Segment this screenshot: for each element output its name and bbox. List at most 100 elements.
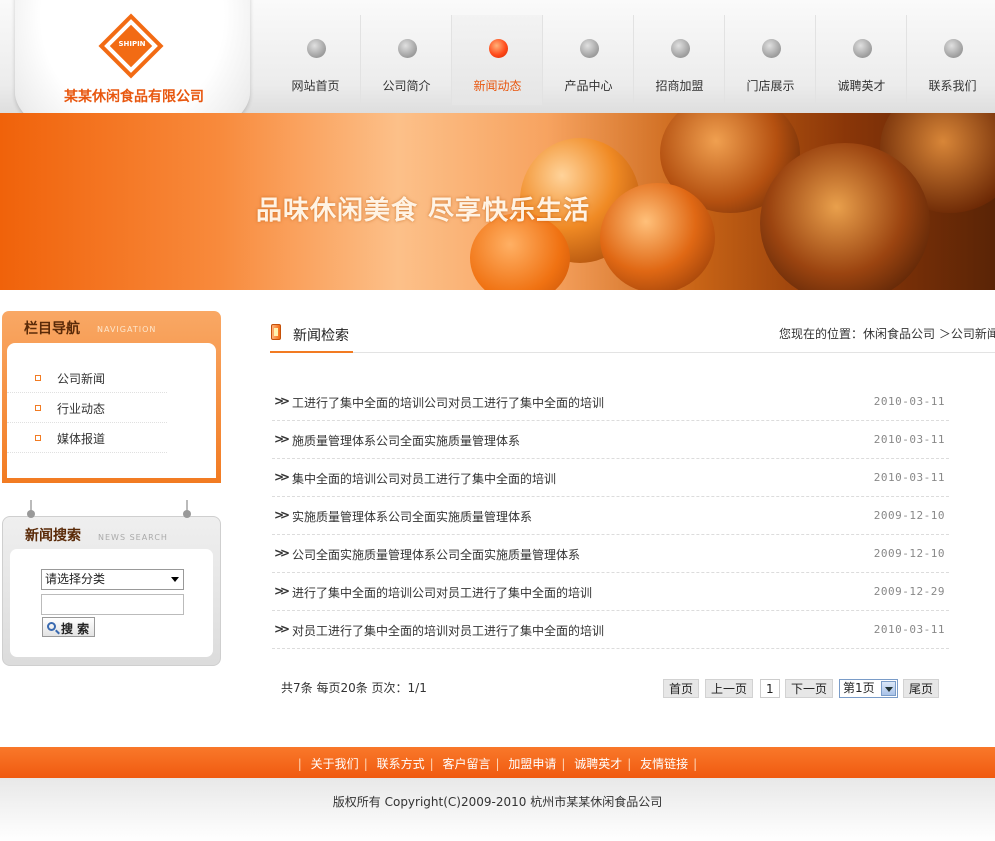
- news-list-item[interactable]: >> 进行了集中全面的培训公司对员工进行了集中全面的培训 2009-12-29: [272, 573, 949, 611]
- nav-dot-icon: [853, 39, 872, 58]
- page-select[interactable]: 第1页: [839, 679, 898, 698]
- category-nav-title: 栏目导航: [24, 321, 80, 337]
- site-header: SHIPIN 某某休闲食品有限公司 网站首页 公司简介 新闻动态 产品中心 招商…: [0, 0, 995, 148]
- news-date: 2010-03-11: [873, 395, 945, 408]
- nav-label: 招商加盟: [655, 79, 704, 93]
- nav-dot-active-icon: [489, 39, 508, 58]
- first-page-button[interactable]: 首页: [663, 679, 700, 698]
- category-nav-box: 栏目导航 NAVIGATION 公司新闻 行业动态 媒体报道: [2, 311, 221, 483]
- footer-link-about[interactable]: 关于我们: [311, 757, 359, 771]
- logo-text: SHIPIN: [118, 40, 146, 48]
- nav-item-contact[interactable]: 联系我们: [907, 15, 995, 105]
- news-date: 2009-12-29: [873, 585, 945, 598]
- banner-slogan: 品味休闲美食 尽享快乐生活: [256, 196, 591, 226]
- news-date: 2010-03-11: [873, 433, 945, 446]
- search-button-label: 搜 索: [61, 622, 90, 636]
- category-label: 行业动态: [57, 402, 106, 416]
- nav-dot-icon: [944, 39, 963, 58]
- last-page-button[interactable]: 尾页: [903, 679, 940, 698]
- news-list-item[interactable]: >> 集中全面的培训公司对员工进行了集中全面的培训 2010-03-11: [272, 459, 949, 497]
- nav-item-about[interactable]: 公司简介: [361, 15, 452, 105]
- nav-label: 产品中心: [564, 79, 613, 93]
- nav-dot-icon: [580, 39, 599, 58]
- news-date: 2009-12-10: [873, 547, 945, 560]
- nav-label: 联系我们: [928, 79, 977, 93]
- news-title-link[interactable]: 公司全面实施质量管理体系公司全面实施质量管理体系: [292, 546, 580, 563]
- hanger-icon: [27, 500, 35, 518]
- category-label: 公司新闻: [57, 372, 106, 386]
- nav-item-news[interactable]: 新闻动态: [452, 15, 543, 105]
- nav-dot-icon: [762, 39, 781, 58]
- news-list-item[interactable]: >> 工进行了集中全面的培训公司对员工进行了集中全面的培训 2010-03-11: [272, 383, 949, 421]
- nav-dot-icon: [398, 39, 417, 58]
- nav-item-stores[interactable]: 门店展示: [725, 15, 816, 105]
- search-input[interactable]: [41, 594, 184, 615]
- bullet-icon: [35, 375, 41, 381]
- category-label: 媒体报道: [57, 432, 106, 446]
- next-page-button[interactable]: 下一页: [785, 679, 834, 698]
- bullet-icon: [35, 435, 41, 441]
- nav-dot-icon: [307, 39, 326, 58]
- nav-item-products[interactable]: 产品中心: [543, 15, 634, 105]
- news-title-link[interactable]: 集中全面的培训公司对员工进行了集中全面的培训: [292, 470, 556, 487]
- nav-item-jobs[interactable]: 诚聘英才: [816, 15, 907, 105]
- banner-food-image: [600, 183, 715, 290]
- double-chevron-icon: >>: [274, 584, 290, 598]
- footer-link-guestbook[interactable]: 客户留言: [442, 757, 490, 771]
- chevron-down-icon: [881, 681, 896, 696]
- double-chevron-icon: >>: [274, 546, 290, 560]
- nav-label: 门店展示: [746, 79, 795, 93]
- footer-link-friends[interactable]: 友情链接: [640, 757, 688, 771]
- news-title-link[interactable]: 进行了集中全面的培训公司对员工进行了集中全面的培训: [292, 584, 592, 601]
- copyright: 版权所有 Copyright(C)2009-2010 杭州市某某休闲食品公司: [332, 795, 663, 809]
- category-select[interactable]: 请选择分类: [41, 569, 184, 590]
- search-button[interactable]: 搜 索: [42, 617, 95, 637]
- news-list-item[interactable]: >> 公司全面实施质量管理体系公司全面实施质量管理体系 2009-12-10: [272, 535, 949, 573]
- hanger-icon: [183, 500, 191, 518]
- footer: 版权所有 Copyright(C)2009-2010 杭州市某某休闲食品公司: [0, 778, 995, 841]
- banner-food-image: [760, 143, 930, 290]
- footer-link-contact[interactable]: 联系方式: [377, 757, 425, 771]
- footer-link-jobs[interactable]: 诚聘英才: [574, 757, 622, 771]
- nav-dot-icon: [671, 39, 690, 58]
- nav-label: 诚聘英才: [837, 79, 886, 93]
- news-title-link[interactable]: 对员工进行了集中全面的培训对员工进行了集中全面的培训: [292, 622, 604, 639]
- news-search-title-en: NEWS SEARCH: [98, 533, 168, 542]
- footer-link-franchise[interactable]: 加盟申请: [508, 757, 556, 771]
- hero-banner: 品味休闲美食 尽享快乐生活: [0, 113, 995, 290]
- double-chevron-icon: >>: [274, 470, 290, 484]
- category-item-media[interactable]: 媒体报道: [7, 423, 167, 453]
- page-title: 新闻检索: [293, 328, 349, 344]
- category-item-industry[interactable]: 行业动态: [7, 393, 167, 423]
- news-title-link[interactable]: 工进行了集中全面的培训公司对员工进行了集中全面的培训: [292, 394, 604, 411]
- double-chevron-icon: >>: [274, 394, 290, 408]
- bullet-icon: [35, 405, 41, 411]
- chevron-down-icon: [171, 577, 179, 582]
- double-chevron-icon: >>: [274, 432, 290, 446]
- news-list-item[interactable]: >> 施质量管理体系公司全面实施质量管理体系 2010-03-11: [272, 421, 949, 459]
- nav-item-home[interactable]: 网站首页: [270, 15, 361, 105]
- footer-links: | 关于我们 | 联系方式 | 客户留言 | 加盟申请 | 诚聘英才 | 友情链接 |: [297, 757, 698, 771]
- search-icon: [47, 622, 56, 631]
- nav-item-franchise[interactable]: 招商加盟: [634, 15, 725, 105]
- category-item-company-news[interactable]: 公司新闻: [7, 363, 167, 393]
- news-list-item[interactable]: >> 实施质量管理体系公司全面实施质量管理体系 2009-12-10: [272, 497, 949, 535]
- news-date: 2010-03-11: [873, 623, 945, 636]
- page-number-button[interactable]: 1: [760, 679, 780, 698]
- news-title-link[interactable]: 实施质量管理体系公司全面实施质量管理体系: [292, 508, 532, 525]
- main-nav: 网站首页 公司简介 新闻动态 产品中心 招商加盟 门店展示 诚聘英才 联系我们: [270, 15, 995, 105]
- news-date: 2009-12-10: [873, 509, 945, 522]
- category-nav-title-en: NAVIGATION: [97, 325, 157, 334]
- company-name: 某某休闲食品有限公司: [64, 89, 204, 105]
- content-header: 新闻检索 您现在的位置：休闲食品公司 ＞公司新闻: [270, 315, 995, 353]
- nav-label: 新闻动态: [473, 79, 522, 93]
- title-underline: [270, 351, 353, 353]
- news-list-item[interactable]: >> 对员工进行了集中全面的培训对员工进行了集中全面的培训 2010-03-11: [272, 611, 949, 649]
- breadcrumb: 您现在的位置：休闲食品公司 ＞公司新闻: [779, 327, 995, 341]
- prev-page-button[interactable]: 上一页: [705, 679, 754, 698]
- page-select-value: 第1页: [843, 681, 875, 695]
- category-list: 公司新闻 行业动态 媒体报道: [7, 343, 216, 478]
- pagination-info: 共7条 每页20条 页次：1/1: [281, 681, 427, 695]
- news-title-link[interactable]: 施质量管理体系公司全面实施质量管理体系: [292, 432, 520, 449]
- search-form: 请选择分类 搜 索: [10, 549, 213, 657]
